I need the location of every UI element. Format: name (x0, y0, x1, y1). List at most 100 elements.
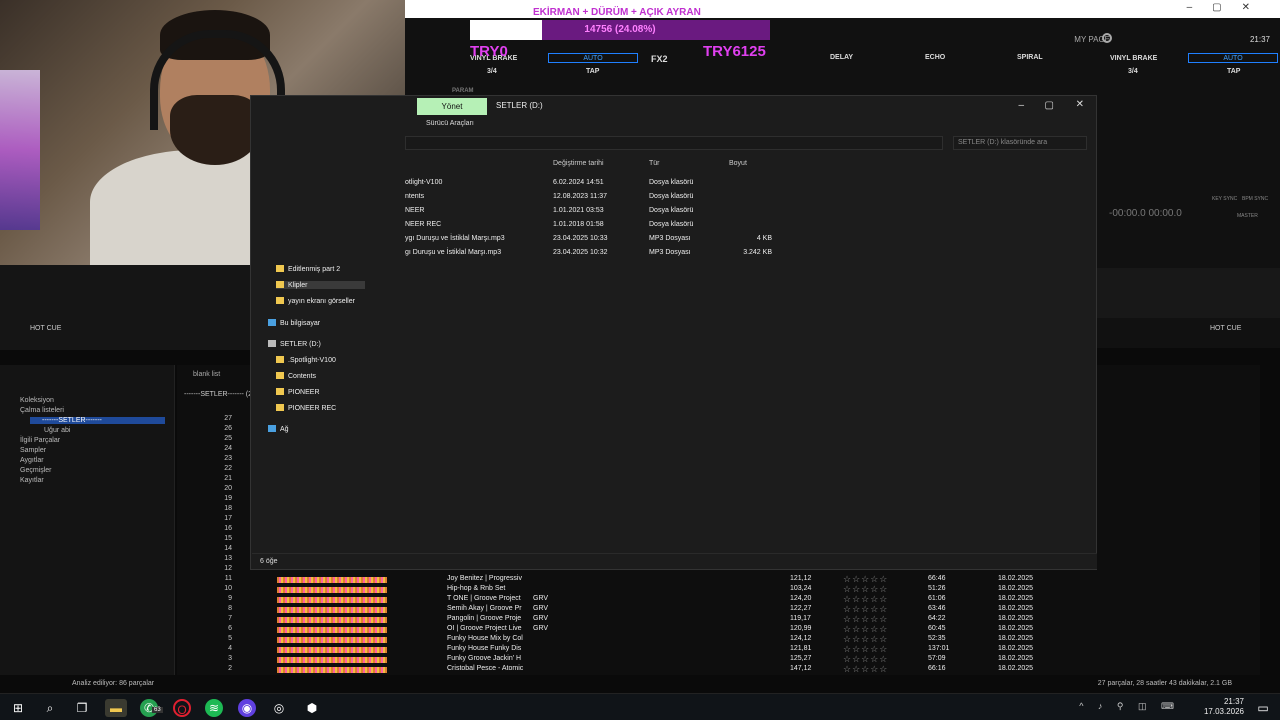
column-size[interactable]: Boyut (729, 160, 747, 167)
fx-echo[interactable]: ECHO (925, 54, 945, 61)
row-number: 17 (224, 515, 232, 522)
tap-button-left[interactable]: TAP (586, 68, 599, 75)
discord-icon[interactable]: ◉ (238, 699, 256, 717)
track-title: Funky Groove Jackin' H (447, 655, 522, 662)
taskbar-time: 21:37 (1223, 697, 1244, 706)
window-controls[interactable]: –▢✕ (1187, 2, 1270, 13)
task-view-icon[interactable]: ❐ (73, 699, 91, 717)
maximize-button[interactable]: ▢ (1045, 100, 1054, 111)
row-number: 22 (224, 465, 232, 472)
folder-icon (276, 404, 284, 411)
nav-yayin[interactable]: yayın ekranı görseller (276, 297, 355, 305)
notification-icon[interactable]: ▭ (1254, 699, 1272, 717)
nav-drive-setler[interactable]: SETLER (D:) (268, 340, 321, 348)
auto-button-right[interactable]: AUTO (1188, 53, 1278, 63)
tree-setler-playlist[interactable]: -------SETLER------- (30, 417, 165, 424)
row-number: 2 (228, 665, 232, 672)
file-name[interactable]: ntents (405, 193, 424, 200)
beat-right[interactable]: 3/4 (1128, 68, 1138, 75)
hot-cue-right[interactable]: HOT CUE (1210, 325, 1241, 332)
beat-left[interactable]: 3/4 (487, 68, 497, 75)
search-icon[interactable]: ⌕ (41, 699, 59, 717)
row-number: 14 (224, 545, 232, 552)
rating-stars[interactable]: ☆☆☆☆☆ (843, 664, 888, 675)
track-title: Pangolin | Groove Proje (447, 615, 522, 622)
manage-tab[interactable]: Yönet (417, 98, 487, 115)
track-time: 57:09 (928, 655, 946, 662)
nav-edited-part2[interactable]: Editlenmiş part 2 (276, 265, 340, 273)
bpm-sync-button[interactable]: BPM SYNC (1242, 196, 1268, 202)
tree-ugur-abi[interactable]: Uğur abi (44, 427, 70, 434)
tray-icons[interactable]: ^ ♪ ⚲ ◫ ⌨ (1079, 701, 1180, 712)
drive-tools-tab[interactable]: Sürücü Araçları (426, 120, 474, 127)
tree-recordings[interactable]: Kayıtlar (20, 477, 44, 484)
track-time: 63:46 (928, 605, 946, 612)
file-explorer-icon[interactable]: ▬ (105, 699, 127, 717)
nav-network[interactable]: Ağ (268, 425, 289, 433)
tree-collection[interactable]: Koleksiyon (20, 397, 54, 404)
auto-button-left[interactable]: AUTO (548, 53, 638, 63)
spotify-icon[interactable]: ≋ (205, 699, 223, 717)
track-time: 52:35 (928, 635, 946, 642)
track-date: 18.02.2025 (998, 615, 1034, 622)
file-name[interactable]: NEER (405, 207, 424, 214)
master-button[interactable]: MASTER (1237, 213, 1258, 219)
fx-vinyl-brake-right[interactable]: VINYL BRAKE (1110, 55, 1157, 62)
waveform-preview (277, 637, 387, 643)
blank-list-tab[interactable]: blank list (193, 371, 220, 378)
progress-text: 14756 (24.08%) (584, 24, 656, 35)
hot-cue-left[interactable]: HOT CUE (30, 325, 61, 332)
nav-pioneer-rec[interactable]: PIONEER REC (276, 404, 336, 412)
taskbar-clock[interactable]: 21:37 17.03.2026 (1204, 697, 1244, 717)
tree-sampler[interactable]: Sampler (20, 447, 46, 454)
file-explorer-window: – ▢ ✕ (250, 95, 1097, 570)
tree-histories[interactable]: Geçmişler (20, 467, 52, 474)
row-number: 12 (224, 565, 232, 572)
nav-klipler[interactable]: Klipler (276, 281, 365, 289)
key-sync-button[interactable]: KEY SYNC (1212, 196, 1237, 202)
row-number: 8 (228, 605, 232, 612)
row-number: 20 (224, 485, 232, 492)
file-name[interactable]: gı Duruşu ve İstiklal Marşı.mp3 (405, 249, 501, 256)
rekordbox-status-bar: Analiz ediliyor: 86 parçalar 27 parçalar… (0, 678, 1280, 692)
gear-icon[interactable] (1102, 33, 1112, 43)
tree-devices[interactable]: Aygıtlar (20, 457, 44, 464)
drive-icon (268, 340, 276, 347)
nav-pioneer[interactable]: PIONEER (276, 388, 320, 396)
tap-button-right[interactable]: TAP (1227, 68, 1240, 75)
column-date[interactable]: Değiştirme tarihi (553, 160, 604, 167)
track-bpm: 124,12 (790, 635, 812, 642)
file-name[interactable]: otlight-V100 (405, 179, 442, 186)
obs-icon[interactable]: ◎ (270, 699, 288, 717)
file-name[interactable]: ygı Duruşu ve İstiklal Marşı.mp3 (405, 235, 505, 242)
file-size: 3.242 KB (743, 249, 772, 256)
tree-playlists[interactable]: Çalma listeleri (20, 407, 64, 414)
nav-spotlight[interactable]: .Spotlight-V100 (276, 356, 336, 364)
folder-icon (276, 281, 284, 288)
track-date: 18.02.2025 (998, 665, 1034, 672)
row-number: 13 (224, 555, 232, 562)
windows-start-icon[interactable]: ⊞ (9, 699, 27, 717)
tree-related-tracks[interactable]: İlgili Parçalar (20, 437, 60, 444)
row-number: 4 (228, 645, 232, 652)
row-number: 26 (224, 425, 232, 432)
app-hex-icon[interactable]: ⬢ (303, 699, 321, 717)
row-number: 5 (228, 635, 232, 642)
nav-contents[interactable]: Contents (276, 372, 316, 380)
explorer-status-bar: 6 öğe (252, 553, 1097, 569)
folder-icon (276, 356, 284, 363)
column-type[interactable]: Tür (649, 160, 660, 167)
file-name[interactable]: NEER REC (405, 221, 441, 228)
search-input[interactable]: SETLER (D:) klasöründe ara (953, 136, 1087, 150)
stream-goal-text: EKİRMAN + DÜRÜM + AÇIK AYRAN (533, 7, 701, 18)
nav-this-pc[interactable]: Bu bilgisayar (268, 319, 320, 327)
waveform-preview (277, 627, 387, 633)
fx-delay[interactable]: DELAY (830, 54, 853, 61)
file-type: Dosya klasörü (649, 207, 694, 214)
minimize-button[interactable]: – (1018, 100, 1024, 111)
folder-icon (276, 372, 284, 379)
address-bar[interactable] (405, 136, 943, 150)
close-button[interactable]: ✕ (1076, 99, 1084, 110)
fx-spiral[interactable]: SPIRAL (1017, 54, 1043, 61)
opera-icon[interactable]: O (173, 699, 191, 717)
